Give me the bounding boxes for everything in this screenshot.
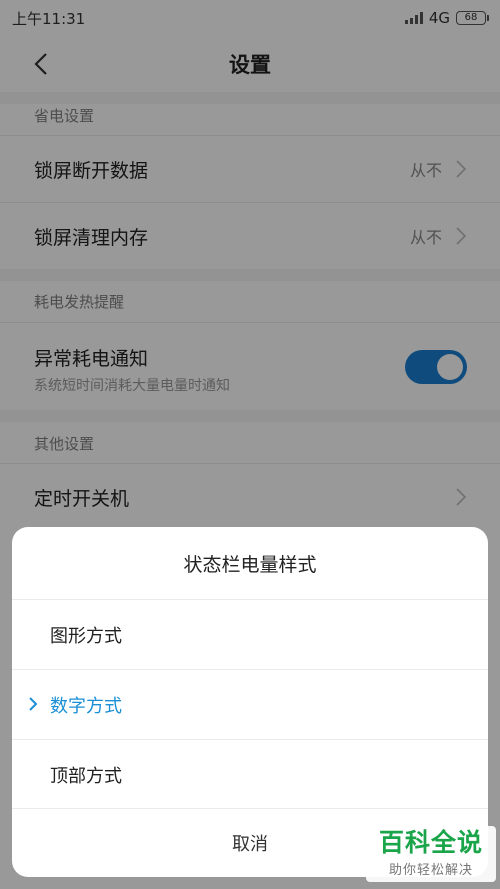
option-label: 顶部方式 — [50, 765, 122, 787]
battery-style-dialog: 状态栏电量样式 图形方式 数字方式 顶部方式 取消 — [12, 527, 488, 877]
option-label: 图形方式 — [50, 625, 122, 647]
dialog-title: 状态栏电量样式 — [183, 553, 317, 576]
option-numeric[interactable]: 数字方式 — [12, 670, 488, 739]
selected-chevron-icon — [29, 697, 38, 711]
option-label: 数字方式 — [50, 695, 122, 717]
watermark-sub: 助你轻松解决 — [388, 863, 473, 878]
watermark-main: 百科全说 — [378, 828, 483, 857]
option-graphic[interactable]: 图形方式 — [12, 600, 488, 669]
option-top[interactable]: 顶部方式 — [12, 740, 488, 809]
watermark-logo: 百科全说 助你轻松解决 — [366, 826, 496, 882]
